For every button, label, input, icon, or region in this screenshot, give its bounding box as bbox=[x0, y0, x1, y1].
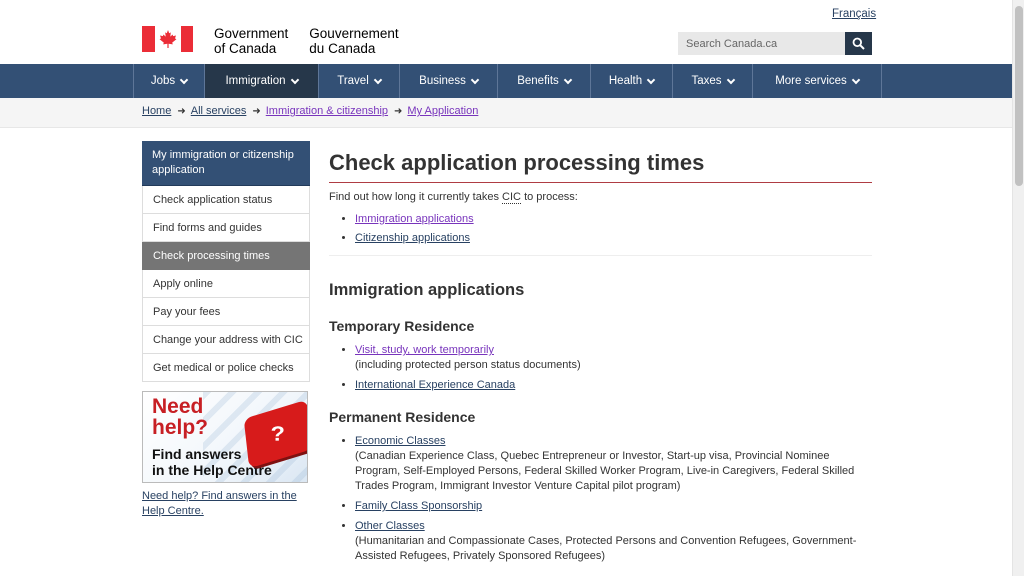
search-button[interactable] bbox=[845, 32, 872, 55]
section-divider bbox=[329, 255, 872, 256]
chevron-down-icon bbox=[851, 75, 861, 84]
menu-item-immigration[interactable]: Immigration bbox=[204, 64, 318, 98]
sidebar-item-change-address[interactable]: Change your address with CIC bbox=[142, 326, 310, 354]
sidebar-item-check-processing-times[interactable]: Check processing times bbox=[142, 242, 310, 270]
main-content: Check application processing times Find … bbox=[329, 150, 872, 569]
menu-item-business[interactable]: Business bbox=[399, 64, 497, 98]
sidebar-item-pay-fees[interactable]: Pay your fees bbox=[142, 298, 310, 326]
list-item: Citizenship applications bbox=[355, 232, 872, 244]
menu-item-more-services[interactable]: More services bbox=[752, 64, 882, 98]
help-centre-banner[interactable]: Need help? Find answers in the Help Cent… bbox=[142, 391, 308, 483]
breadcrumb-home[interactable]: Home bbox=[142, 105, 171, 117]
link-family-class-sponsorship[interactable]: Family Class Sponsorship bbox=[355, 500, 482, 512]
menu-item-jobs[interactable]: Jobs bbox=[133, 64, 204, 98]
language-toggle-link[interactable]: Français bbox=[832, 8, 876, 20]
toc-link-immigration[interactable]: Immigration applications bbox=[355, 213, 474, 225]
list-item: Other Classes (Humanitarian and Compassi… bbox=[355, 519, 872, 564]
toc-link-citizenship[interactable]: Citizenship applications bbox=[355, 232, 470, 244]
list-item: International Experience Canada bbox=[355, 378, 872, 393]
government-name-english: Government of Canada bbox=[214, 26, 289, 56]
cic-abbreviation: CIC bbox=[502, 191, 521, 204]
chevron-down-icon bbox=[179, 75, 189, 84]
section-heading-immigration: Immigration applications bbox=[329, 281, 525, 299]
search-input[interactable] bbox=[678, 32, 845, 55]
intro-text: Find out how long it currently takes CIC… bbox=[329, 191, 578, 204]
list-item: Immigration applications bbox=[355, 213, 872, 225]
page-title: Check application processing times bbox=[329, 150, 872, 183]
chevron-down-icon bbox=[470, 75, 480, 84]
menu-item-travel[interactable]: Travel bbox=[318, 64, 399, 98]
help-banner-heading: Need help? bbox=[152, 395, 208, 439]
arrow-right-icon: ➜ bbox=[252, 105, 261, 117]
link-other-classes[interactable]: Other Classes bbox=[355, 520, 425, 532]
item-description: (including protected person status docum… bbox=[355, 359, 581, 371]
temporary-residence-list: Visit, study, work temporarily (includin… bbox=[355, 343, 872, 393]
page: Français Government of Canada Gouverneme… bbox=[0, 0, 1012, 576]
help-centre-link[interactable]: Need help? Find answers in the Help Cent… bbox=[142, 489, 310, 519]
canada-flag-icon bbox=[142, 26, 193, 52]
secondary-menu: My immigration or citizenship applicatio… bbox=[142, 141, 310, 519]
breadcrumb-bar: Home ➜ All services ➜ Immigration & citi… bbox=[0, 98, 1012, 128]
search-icon bbox=[852, 37, 865, 50]
arrow-right-icon: ➜ bbox=[177, 105, 186, 117]
chevron-down-icon bbox=[563, 75, 573, 84]
list-item: Family Class Sponsorship bbox=[355, 499, 872, 514]
menu-item-taxes[interactable]: Taxes bbox=[672, 64, 752, 98]
permanent-residence-list: Economic Classes (Canadian Experience Cl… bbox=[355, 434, 872, 564]
government-brand[interactable]: Government of Canada Gouvernement du Can… bbox=[142, 26, 399, 56]
breadcrumb-my-application[interactable]: My Application bbox=[407, 105, 478, 117]
menu-item-health[interactable]: Health bbox=[590, 64, 672, 98]
chevron-down-icon bbox=[290, 75, 299, 84]
sidebar-item-find-forms-guides[interactable]: Find forms and guides bbox=[142, 214, 310, 242]
table-of-contents: Immigration applications Citizenship app… bbox=[355, 213, 872, 244]
secondary-menu-heading[interactable]: My immigration or citizenship applicatio… bbox=[142, 141, 310, 186]
page-scrollbar[interactable] bbox=[1012, 0, 1024, 576]
scrollbar-thumb[interactable] bbox=[1015, 6, 1023, 186]
sidebar-item-apply-online[interactable]: Apply online bbox=[142, 270, 310, 298]
subsection-heading-permanent: Permanent Residence bbox=[329, 409, 476, 425]
list-item: Economic Classes (Canadian Experience Cl… bbox=[355, 434, 872, 494]
site-search bbox=[678, 32, 872, 55]
breadcrumb: Home ➜ All services ➜ Immigration & citi… bbox=[142, 105, 478, 117]
link-economic-classes[interactable]: Economic Classes bbox=[355, 435, 445, 447]
sidebar-item-check-application-status[interactable]: Check application status bbox=[142, 186, 310, 214]
breadcrumb-all-services[interactable]: All services bbox=[191, 105, 247, 117]
sidebar-item-medical-police-checks[interactable]: Get medical or police checks bbox=[142, 354, 310, 382]
breadcrumb-immigration-citizenship[interactable]: Immigration & citizenship bbox=[266, 105, 388, 117]
item-description: (Canadian Experience Class, Quebec Entre… bbox=[355, 450, 855, 492]
link-visit-study-work[interactable]: Visit, study, work temporarily bbox=[355, 344, 494, 356]
subsection-heading-temporary: Temporary Residence bbox=[329, 318, 475, 334]
chevron-down-icon bbox=[373, 75, 383, 84]
link-international-experience-canada[interactable]: International Experience Canada bbox=[355, 379, 515, 391]
menu-item-benefits[interactable]: Benefits bbox=[497, 64, 590, 98]
chevron-down-icon bbox=[726, 75, 735, 84]
main-menu: Jobs Immigration Travel Business Benefit… bbox=[0, 64, 1012, 98]
list-item: Visit, study, work temporarily (includin… bbox=[355, 343, 872, 373]
item-description: (Humanitarian and Compassionate Cases, P… bbox=[355, 535, 857, 562]
government-name-french: Gouvernement du Canada bbox=[309, 26, 399, 56]
chevron-down-icon bbox=[646, 75, 656, 84]
arrow-right-icon: ➜ bbox=[394, 105, 403, 117]
